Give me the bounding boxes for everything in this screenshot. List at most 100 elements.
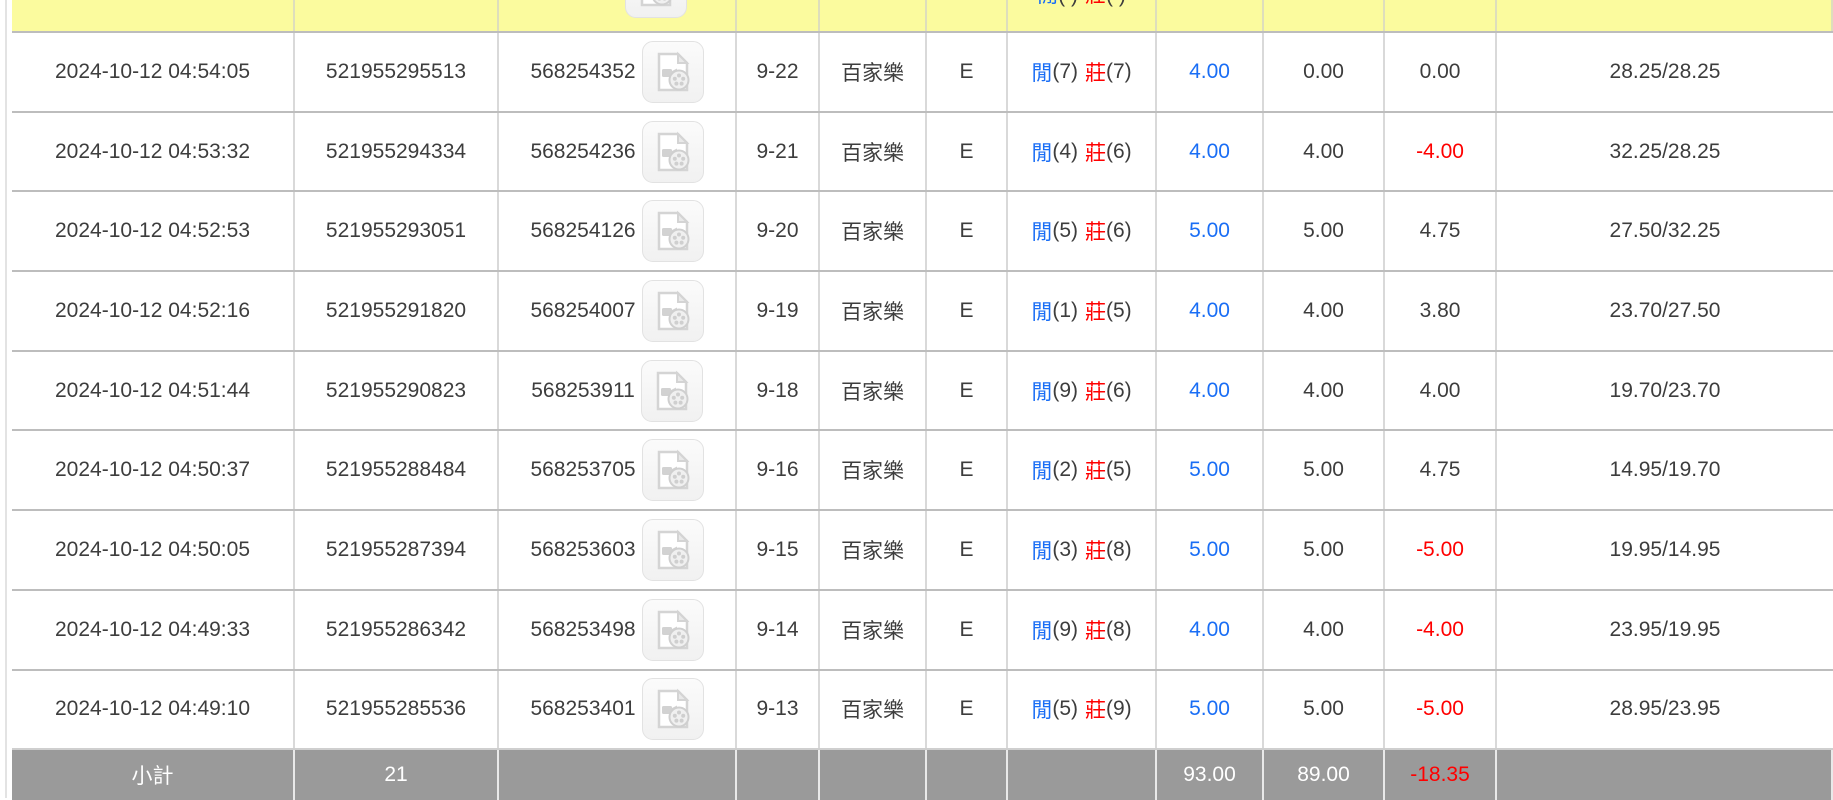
balance: 27.50/32.25 xyxy=(1609,219,1721,243)
game-name-cell: 百家樂 xyxy=(820,272,927,350)
player-result: 閒 xyxy=(1037,0,1058,7)
video-replay-button[interactable] xyxy=(641,598,704,661)
result-cell: 閒 (5) 莊 (9) xyxy=(1008,670,1157,749)
bet-id-cell xyxy=(295,0,499,31)
player-result: 閒 xyxy=(1031,141,1053,165)
video-replay-button[interactable] xyxy=(641,120,704,183)
video-replay-button[interactable] xyxy=(641,439,704,502)
game-name-cell: 百家樂 xyxy=(820,431,927,510)
table-number: 9-18 xyxy=(756,378,799,402)
table-number-cell: 9-16 xyxy=(737,431,820,510)
win-loss: -4.00 xyxy=(1416,617,1464,641)
table-number-cell: 9-20 xyxy=(737,192,820,271)
round-cell: 568254126 xyxy=(499,192,737,271)
round-id: 568254236 xyxy=(530,139,636,163)
bet-id-cell: 521955288484 xyxy=(295,431,499,510)
bet-row: 2024-10-12 04:53:32 521955294334 5682542… xyxy=(12,110,1833,191)
banker-score: (8) xyxy=(1106,617,1132,641)
bet-amount-cell: 4.00 xyxy=(1157,33,1264,111)
video-replay-button[interactable] xyxy=(641,200,704,263)
balance: 14.95/19.70 xyxy=(1609,458,1721,482)
video-replay-button[interactable] xyxy=(640,359,703,422)
bet-history-table: 閒( )莊( ) 2024-10-12 04:54:05 52195529551… xyxy=(12,0,1833,800)
video-replay-button[interactable] xyxy=(641,678,704,741)
win-loss-cell: 4.00 xyxy=(1385,351,1497,430)
result-text: 閒( )莊( ) xyxy=(1008,0,1155,9)
valid-bet: 4.00 xyxy=(1303,617,1344,641)
win-loss-cell: -4.00 xyxy=(1385,112,1497,191)
game-name: 百家樂 xyxy=(841,699,904,723)
subtotal-row: 小計 21 93.00 89.00 -18.35 xyxy=(12,748,1833,800)
win-loss-cell: -5.00 xyxy=(1385,670,1497,749)
bet-amount-link[interactable]: 5.00 xyxy=(1189,538,1230,562)
game-name-cell: 百家樂 xyxy=(820,511,927,589)
subtotal-count-cell: 21 xyxy=(295,750,499,800)
valid-bet: 5.00 xyxy=(1303,219,1344,243)
video-replay-button[interactable] xyxy=(641,518,704,581)
bet-amount-link[interactable]: 4.00 xyxy=(1189,618,1230,642)
balance: 28.25/28.25 xyxy=(1609,59,1721,83)
game-type-cell xyxy=(927,0,1008,31)
balance: 19.70/23.70 xyxy=(1609,378,1721,402)
game-name-cell xyxy=(820,750,927,800)
player-result: 閒 xyxy=(1031,460,1053,484)
player-score: (3) xyxy=(1052,537,1078,561)
player-score: (4) xyxy=(1052,139,1078,163)
game-type-cell: E xyxy=(927,511,1008,589)
valid-bet-cell: 4.00 xyxy=(1264,351,1385,430)
balance: 19.95/14.95 xyxy=(1609,537,1721,561)
game-type-cell: E xyxy=(927,33,1008,111)
bet-id-cell: 521955294334 xyxy=(295,112,499,191)
game-type-cell: E xyxy=(927,272,1008,350)
video-replay-button[interactable] xyxy=(625,0,687,18)
bet-id-cell: 521955287394 xyxy=(295,511,499,589)
video-replay-button[interactable] xyxy=(641,279,704,342)
win-loss: 4.75 xyxy=(1419,219,1461,243)
round-id: 568254126 xyxy=(530,219,636,243)
bet-amount-cell: 5.00 xyxy=(1157,431,1264,510)
bet-row: 2024-10-12 04:50:05 521955287394 5682536… xyxy=(12,509,1833,589)
table-number: 9-19 xyxy=(756,298,799,322)
banker-result: 莊 xyxy=(1085,619,1106,643)
balance-cell: 27.50/32.25 xyxy=(1497,192,1833,270)
film-document-icon xyxy=(657,131,690,171)
subtotal-winloss-cell: -18.35 xyxy=(1385,750,1497,800)
bet-amount-cell: 4.00 xyxy=(1157,351,1264,430)
bet-time-cell: 2024-10-12 04:49:10 xyxy=(12,670,295,749)
bet-time: 2024-10-12 04:50:05 xyxy=(55,537,250,561)
balance-cell: 32.25/28.25 xyxy=(1497,113,1833,191)
player-result: 閒 xyxy=(1031,300,1053,324)
bet-amount-link[interactable]: 5.00 xyxy=(1189,697,1230,721)
table-number-cell xyxy=(737,0,820,31)
bet-time: 2024-10-12 04:54:05 xyxy=(55,59,250,83)
banker-result: 莊 xyxy=(1085,300,1106,324)
banker-score: (9) xyxy=(1106,697,1132,721)
bet-amount-link[interactable]: 4.00 xyxy=(1189,140,1230,164)
banker-result: 莊 xyxy=(1085,221,1106,245)
bet-amount-cell: 4.00 xyxy=(1157,590,1264,669)
player-score: (9) xyxy=(1052,378,1078,402)
bet-id: 521955287394 xyxy=(325,537,467,561)
bet-amount-link[interactable]: 4.00 xyxy=(1189,299,1230,323)
bet-id: 521955291820 xyxy=(325,298,467,322)
bet-time: 2024-10-12 04:51:44 xyxy=(55,378,250,402)
game-name-cell: 百家樂 xyxy=(820,590,927,669)
result-cell xyxy=(1008,750,1157,800)
table-number-cell: 9-21 xyxy=(737,112,820,191)
table-number: 9-21 xyxy=(756,139,799,163)
bet-id-cell: 521955286342 xyxy=(295,590,499,669)
valid-bet: 4.00 xyxy=(1303,378,1344,402)
bet-amount-link[interactable]: 5.00 xyxy=(1189,458,1230,482)
bet-amount-link[interactable]: 4.00 xyxy=(1189,379,1230,403)
game-name: 百家樂 xyxy=(841,221,904,245)
bet-amount-link[interactable]: 4.00 xyxy=(1189,60,1230,84)
balance: 23.70/27.50 xyxy=(1609,298,1721,322)
subtotal-valid-cell: 89.00 xyxy=(1264,750,1385,800)
banker-score: (7) xyxy=(1106,59,1132,83)
bet-time-cell: 2024-10-12 04:50:37 xyxy=(12,431,295,510)
result-cell: 閒 (2) 莊 (5) xyxy=(1008,431,1157,510)
valid-bet-cell: 5.00 xyxy=(1264,670,1385,749)
player-result: 閒 xyxy=(1031,539,1053,563)
bet-amount-link[interactable]: 5.00 xyxy=(1189,219,1230,243)
video-replay-button[interactable] xyxy=(641,40,704,103)
